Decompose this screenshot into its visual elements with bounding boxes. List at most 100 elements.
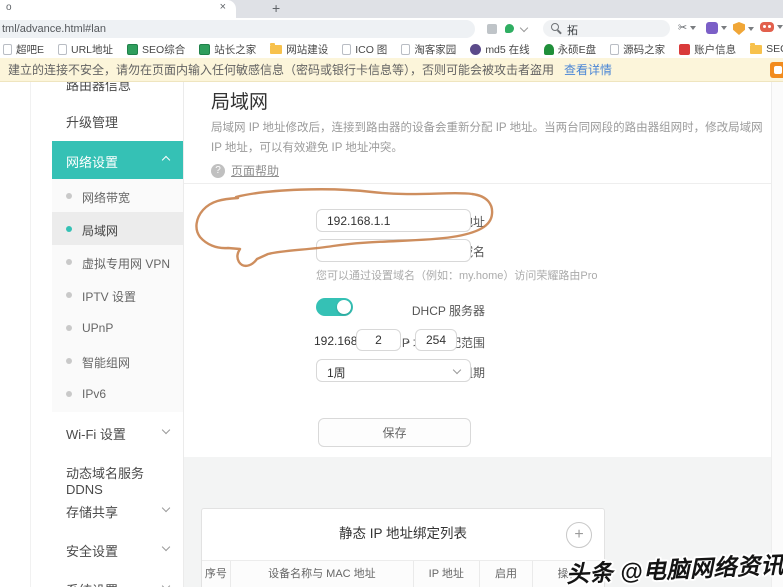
sidebar-item-vpn[interactable]: 虚拟专用网 VPN <box>52 245 183 278</box>
add-binding-button[interactable]: + <box>566 522 592 548</box>
warning-details-link[interactable]: 查看详情 <box>564 63 612 77</box>
bullet-icon <box>66 259 72 265</box>
bullet-icon <box>66 292 72 298</box>
lease-select[interactable]: 1周 <box>316 359 471 382</box>
sidebar-item-network-settings[interactable]: 网络设置 <box>52 141 183 179</box>
purple-extension-button[interactable] <box>706 22 727 34</box>
red-site-icon <box>679 44 690 55</box>
bookmark-label: 永硕E盘 <box>558 42 597 57</box>
tab-close-icon[interactable]: × <box>220 1 226 13</box>
screenshot-extension-button[interactable]: ✂ <box>678 22 696 34</box>
domain-input[interactable] <box>316 239 471 262</box>
dhcp-label: DHCP 服务器 <box>412 302 485 319</box>
sidebar-item-ddns[interactable]: 动态域名服务 DDNS <box>52 451 183 490</box>
sidebar-item-bandwidth[interactable]: 网络带宽 <box>52 179 183 212</box>
help-icon: ? <box>211 164 225 178</box>
bookmark-item[interactable]: 源码之家 <box>610 42 665 57</box>
browser-tab[interactable]: o × <box>0 0 236 18</box>
sidebar-item-label: 系统设置 <box>66 580 118 587</box>
notification-icon[interactable] <box>770 62 783 78</box>
folder-icon <box>270 45 282 54</box>
sidebar-item-label: 升级管理 <box>66 112 118 131</box>
bookmark-item[interactable]: 永硕E盘 <box>544 42 597 57</box>
bookmark-item[interactable]: ICO 图 <box>342 42 387 57</box>
sidebar-item-label: 虚拟专用网 VPN <box>82 255 170 272</box>
bookmark-item[interactable]: URL地址 <box>58 42 113 57</box>
divider <box>184 183 783 184</box>
sidebar-item-wifi[interactable]: Wi-Fi 设置 <box>52 412 183 451</box>
bookmark-item[interactable]: 账户信息 <box>679 42 736 57</box>
page-left-edge <box>30 82 31 587</box>
scissors-icon: ✂ <box>678 22 687 34</box>
shield-extension-button[interactable] <box>733 22 754 35</box>
range-start-input[interactable] <box>356 329 401 351</box>
bookmark-label: md5 在线 <box>485 42 529 57</box>
router-admin-page: 路由器信息 升级管理 网络设置 网络带宽 局域网 虚拟专用网 VPN IPTV … <box>0 82 783 587</box>
caret-icon <box>690 26 696 30</box>
security-warning-bar: 建立的连接不安全，请勿在页面内输入任何敏感信息（密码或银行卡信息等），否则可能会… <box>0 58 783 82</box>
domain-hint: 您可以通过设置域名（例如：my.home）访问荣耀路由Pro <box>316 267 598 283</box>
bullet-icon <box>66 391 72 397</box>
boost-icon[interactable] <box>505 24 514 33</box>
column-header: 序号 <box>202 561 230 587</box>
sidebar-item-system-settings[interactable]: 系统设置 <box>52 568 183 587</box>
search-text: 拓 <box>567 22 578 38</box>
sidebar-item-label: IPTV 设置 <box>82 288 136 305</box>
bookmark-item[interactable]: SEO综合 <box>127 42 185 57</box>
bookmark-item[interactable]: 超吧E <box>3 42 44 57</box>
sidebar-item-storage[interactable]: 存储共享 <box>52 490 183 529</box>
toolbar-search[interactable]: 拓 <box>543 20 670 37</box>
sidebar-item-lan[interactable]: 局域网 <box>52 212 183 245</box>
purple-icon <box>470 44 481 55</box>
sidebar-item-label: 存储共享 <box>66 502 118 521</box>
page-icon <box>610 44 619 55</box>
tab-strip: o × + <box>0 0 783 18</box>
bookmark-item[interactable]: 淘客家园 <box>401 42 456 57</box>
sidebar-item-label: 安全设置 <box>66 541 118 560</box>
bullet-icon <box>66 358 72 364</box>
bullet-icon <box>66 325 72 331</box>
scrollbar-gutter[interactable] <box>771 82 783 587</box>
tree-icon <box>544 44 554 55</box>
static-ip-binding-table: 静态 IP 地址绑定列表 + 序号 设备名称与 MAC 地址 IP 地址 启用 … <box>201 508 605 587</box>
bookmark-item[interactable]: SEO <box>750 43 783 55</box>
table-header-row: 序号 设备名称与 MAC 地址 IP 地址 启用 操作 <box>202 560 604 587</box>
sidebar-item-label: 智能组网 <box>82 354 130 371</box>
caret-icon <box>721 26 727 30</box>
sidebar-item-security-settings[interactable]: 安全设置 <box>52 529 183 568</box>
sidebar-item-label: 路由器信息 <box>66 82 131 94</box>
column-header: IP 地址 <box>413 561 479 587</box>
search-icon <box>551 23 559 31</box>
page-icon <box>342 44 351 55</box>
bookmark-item[interactable]: md5 在线 <box>470 42 529 57</box>
bookmark-item[interactable]: 站长之家 <box>199 42 256 57</box>
address-bar[interactable]: tml/advance.html#lan <box>0 20 475 38</box>
dhcp-toggle[interactable] <box>316 298 353 316</box>
lan-ip-input[interactable] <box>316 209 471 232</box>
page-icon <box>58 44 67 55</box>
bookmarks-bar: 超吧E URL地址 SEO综合 站长之家 网站建设 ICO 图 淘客家园 md5… <box>0 40 783 58</box>
new-tab-button[interactable]: + <box>272 0 280 16</box>
bookmark-label: ICO 图 <box>355 42 387 57</box>
bookmark-label: 网站建设 <box>286 42 328 57</box>
range-end-input[interactable] <box>415 329 457 351</box>
tab-title: o <box>6 2 12 13</box>
sidebar-item-iptv[interactable]: IPTV 设置 <box>52 278 183 311</box>
bookmark-label: SEO综合 <box>142 42 185 57</box>
sidebar-item-upnp[interactable]: UPnP <box>52 311 183 344</box>
bookmark-item[interactable]: 网站建设 <box>270 42 328 57</box>
sidebar-item-label: Wi-Fi 设置 <box>66 424 126 443</box>
caret-icon <box>777 25 783 29</box>
game-extension-button[interactable] <box>760 22 783 32</box>
caret-icon <box>748 27 754 31</box>
sidebar-item-mesh[interactable]: 智能组网 <box>52 344 183 377</box>
column-header: 设备名称与 MAC 地址 <box>230 561 413 587</box>
chevron-down-icon[interactable] <box>520 24 528 32</box>
extensions-grid-icon[interactable] <box>487 24 497 34</box>
page-help-link[interactable]: ? 页面帮助 <box>211 162 279 179</box>
warning-text: 建立的连接不安全，请勿在页面内输入任何敏感信息（密码或银行卡信息等），否则可能会… <box>8 58 612 82</box>
chevron-down-icon <box>453 366 461 374</box>
bookmark-label: 账户信息 <box>694 42 736 57</box>
save-button[interactable]: 保存 <box>318 418 471 447</box>
sidebar-item-ipv6[interactable]: IPv6 <box>52 377 183 410</box>
